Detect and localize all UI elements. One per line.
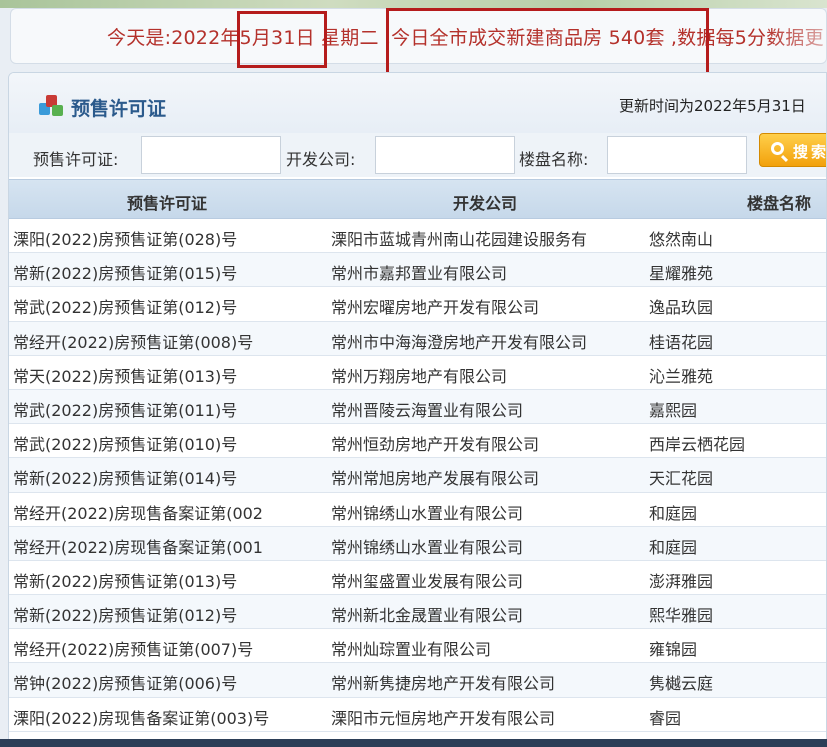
- permit-cell: 常经开(2022)房现售备案证第(002: [13, 503, 263, 523]
- permit-cell: 常经开(2022)房预售证第(008)号: [13, 332, 254, 352]
- project-name-cell[interactable]: 西岸云栖花园: [649, 431, 826, 455]
- project-name-cell[interactable]: 澎湃雅园: [649, 568, 826, 592]
- table-row[interactable]: 常武(2022)房预售证第(010)号 常州恒劲房地产开发有限公司 西岸云栖花园: [9, 424, 826, 459]
- permit-cell: 常武(2022)房预售证第(012)号: [13, 298, 238, 318]
- developer-cell: 常州新北金晟置业有限公司: [331, 606, 524, 626]
- project-name-cell[interactable]: 逸品玖园: [649, 294, 826, 318]
- project-name-cell[interactable]: 沁兰雅苑: [649, 363, 826, 387]
- developer-search-label: 开发公司:: [286, 150, 356, 169]
- developer-cell: 常州锦绣山水置业有限公司: [331, 537, 524, 557]
- project-search-input[interactable]: [607, 136, 747, 174]
- developer-cell: 常州万翔房地产有限公司: [331, 366, 508, 386]
- table-row[interactable]: 常经开(2022)房现售备案证第(001 常州锦绣山水置业有限公司 和庭园: [9, 526, 826, 561]
- table-row[interactable]: 常武(2022)房预售证第(012)号 常州宏曜房地产开发有限公司 逸品玖园: [9, 287, 826, 322]
- blocks-icon: [39, 95, 65, 117]
- project-name-cell[interactable]: 天汇花园: [649, 465, 826, 489]
- table-row[interactable]: 常新(2022)房预售证第(015)号 常州市嘉邦置业有限公司 星耀雅苑: [9, 253, 826, 288]
- developer-cell: 常州锦绣山水置业有限公司: [331, 503, 524, 523]
- developer-search-input[interactable]: [375, 136, 515, 174]
- top-decoration-strip: [0, 0, 827, 8]
- table-row[interactable]: 常经开(2022)房现售备案证第(002 常州锦绣山水置业有限公司 和庭园: [9, 493, 826, 527]
- developer-cell: 常州恒劲房地产开发有限公司: [331, 435, 540, 455]
- announcement-banner: 今天是:2022年5月31日 星期二 ,今日全市成交新建商品房 540套 ,数据…: [10, 8, 827, 64]
- project-name-cell[interactable]: 睿园: [649, 705, 826, 729]
- project-name-cell[interactable]: 星耀雅苑: [649, 260, 826, 284]
- header-developer: 开发公司: [453, 194, 518, 213]
- permit-cell: 常新(2022)房预售证第(015)号: [13, 264, 238, 284]
- table-row[interactable]: 常新(2022)房预售证第(012)号 常州新北金晟置业有限公司 熙华雅园: [9, 595, 826, 630]
- project-name-cell[interactable]: 悠然南山: [649, 226, 826, 250]
- permit-cell: 溧阳(2022)房现售备案证第(003)号: [13, 708, 270, 728]
- search-button-label: 搜索: [793, 143, 827, 161]
- table-row[interactable]: 常武(2022)房预售证第(011)号 常州晋陵云海置业有限公司 嘉熙园: [9, 389, 826, 425]
- permit-cell: 常新(2022)房预售证第(014)号: [13, 469, 238, 489]
- panel-header: 预售许可证 更新时间为2022年5月31日: [9, 73, 826, 133]
- developer-cell: 溧阳市蓝城青州南山花园建设服务有: [331, 230, 588, 249]
- table-row[interactable]: 常钟(2022)房预售证第(006)号 常州新隽捷房地产开发有限公司 隽樾云庭: [9, 663, 826, 698]
- developer-cell: 常州新隽捷房地产开发有限公司: [331, 674, 556, 694]
- project-name-cell[interactable]: 熙华雅园: [649, 602, 826, 626]
- header-project: 楼盘名称: [747, 194, 812, 213]
- permit-search-label: 预售许可证:: [33, 150, 119, 169]
- developer-cell: 溧阳市元恒房地产开发有限公司: [331, 708, 556, 728]
- developer-cell: 常州市嘉邦置业有限公司: [331, 264, 508, 284]
- presale-permit-panel: 预售许可证 更新时间为2022年5月31日 预售许可证: 开发公司: 楼盘名称:…: [8, 72, 827, 747]
- permit-cell: 常天(2022)房预售证第(013)号: [13, 366, 238, 386]
- project-name-cell[interactable]: 雍锦园: [649, 636, 826, 660]
- permit-cell: 常武(2022)房预售证第(010)号: [13, 435, 238, 455]
- permit-cell: 溧阳(2022)房预售证第(028)号: [13, 230, 238, 249]
- table-header: 预售许可证 开发公司 楼盘名称: [9, 179, 826, 219]
- developer-cell: 常州玺盛置业发展有限公司: [331, 571, 524, 591]
- permit-cell: 常经开(2022)房预售证第(007)号: [13, 640, 254, 660]
- search-bar: 预售许可证: 开发公司: 楼盘名称: 搜索: [9, 133, 827, 177]
- header-permit: 预售许可证: [127, 194, 208, 213]
- project-name-cell[interactable]: 和庭园: [649, 534, 826, 558]
- table-row[interactable]: 常新(2022)房预售证第(014)号 常州常旭房地产发展有限公司 天汇花园: [9, 458, 826, 493]
- table-row[interactable]: 常经开(2022)房预售证第(007)号 常州灿琮置业有限公司 雍锦园: [9, 629, 826, 664]
- developer-cell: 常州晋陵云海置业有限公司: [331, 400, 524, 420]
- banner-text: 今天是:2022年5月31日 星期二 ,今日全市成交新建商品房 540套 ,数据…: [107, 27, 824, 49]
- developer-cell: 常州常旭房地产发展有限公司: [331, 469, 540, 489]
- permit-search-input[interactable]: [141, 136, 281, 174]
- table-row[interactable]: 常天(2022)房预售证第(013)号 常州万翔房地产有限公司 沁兰雅苑: [9, 356, 826, 390]
- permit-cell: 常钟(2022)房预售证第(006)号: [13, 674, 238, 694]
- table-row[interactable]: 溧阳(2022)房预售证第(028)号 溧阳市蓝城青州南山花园建设服务有 悠然南山: [9, 219, 826, 254]
- permit-cell: 常经开(2022)房现售备案证第(001: [13, 537, 263, 557]
- permit-cell: 常武(2022)房预售证第(011)号: [13, 400, 238, 420]
- permit-cell: 常新(2022)房预售证第(013)号: [13, 571, 238, 591]
- developer-cell: 常州宏曜房地产开发有限公司: [331, 298, 540, 318]
- project-name-cell[interactable]: 隽樾云庭: [649, 670, 826, 694]
- search-icon: [771, 142, 784, 155]
- developer-cell: 常州市中海海澄房地产开发有限公司: [331, 332, 588, 352]
- update-time: 更新时间为2022年5月31日: [619, 97, 806, 115]
- bottom-bar: [0, 739, 827, 747]
- table-row[interactable]: 溧阳(2022)房现售备案证第(003)号 溧阳市元恒房地产开发有限公司 睿园: [9, 698, 826, 732]
- project-name-cell[interactable]: 嘉熙园: [649, 397, 826, 421]
- project-name-cell[interactable]: 和庭园: [649, 500, 826, 524]
- developer-cell: 常州灿琮置业有限公司: [331, 640, 492, 660]
- search-button[interactable]: 搜索: [759, 133, 827, 167]
- table-row[interactable]: 常经开(2022)房预售证第(008)号 常州市中海海澄房地产开发有限公司 桂语花园: [9, 321, 826, 356]
- project-name-cell[interactable]: 桂语花园: [649, 329, 826, 353]
- permit-cell: 常新(2022)房预售证第(012)号: [13, 606, 238, 626]
- table-row[interactable]: 常新(2022)房预售证第(013)号 常州玺盛置业发展有限公司 澎湃雅园: [9, 561, 826, 596]
- panel-title: 预售许可证: [71, 98, 167, 120]
- project-search-label: 楼盘名称:: [519, 150, 589, 169]
- permit-table-body: 溧阳(2022)房预售证第(028)号 溧阳市蓝城青州南山花园建设服务有 悠然南山常…: [9, 219, 826, 732]
